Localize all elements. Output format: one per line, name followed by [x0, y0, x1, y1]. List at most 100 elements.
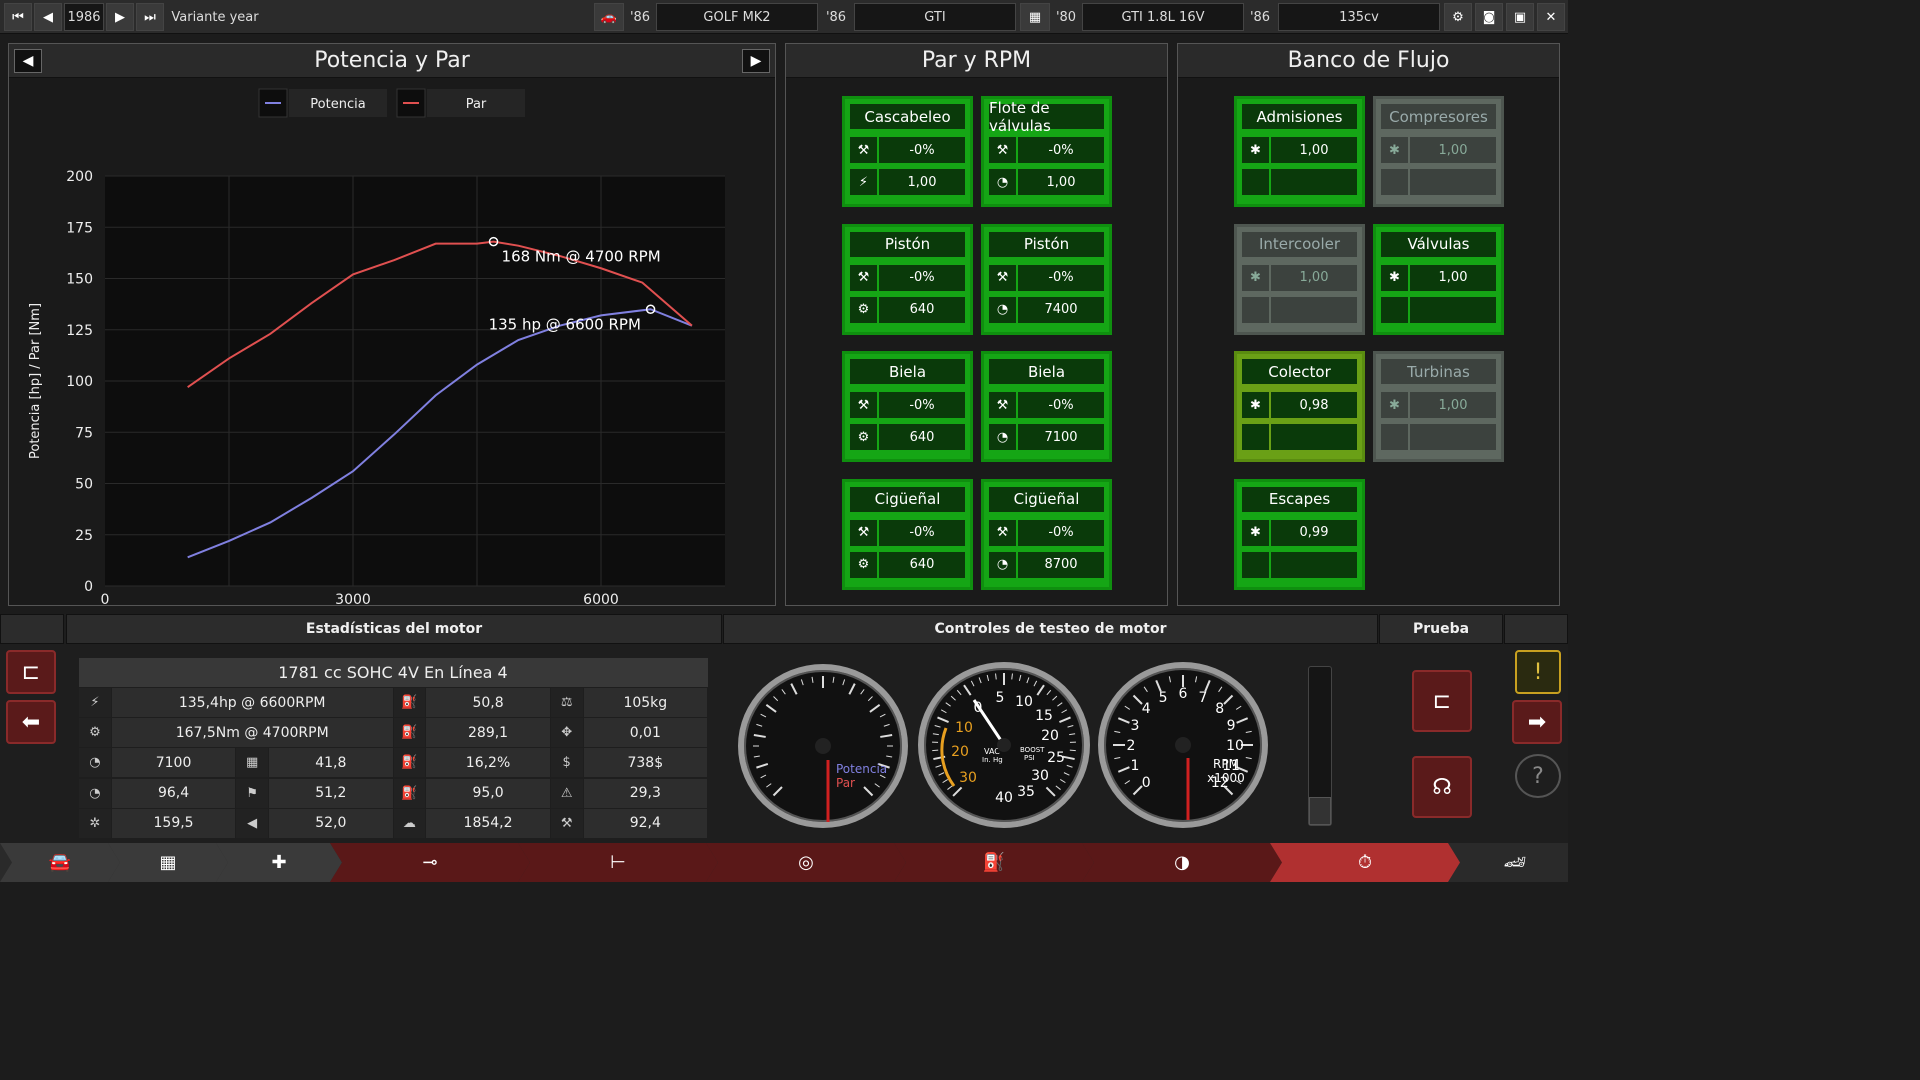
gauge-tick	[1117, 766, 1130, 773]
gauge-tick	[1069, 733, 1076, 736]
nav-car-icon[interactable]: 🚘	[0, 843, 120, 882]
stat-value: 0,01	[583, 718, 707, 748]
gauge-tick	[811, 676, 814, 683]
par-rpm-panel: Par y RPM Cascabeleo ⚒ -0% ⚡ 1,00 Flote de vá…	[785, 43, 1168, 606]
gauge-tick	[790, 683, 798, 695]
card-row: ⚒ -0%	[850, 392, 965, 418]
card-title: Biela	[850, 359, 965, 384]
save-icon[interactable]: ▣	[1506, 3, 1534, 31]
gauge-tick	[945, 702, 951, 707]
empty-cell	[1381, 296, 1408, 323]
nav-crank-icon[interactable]: ⊸	[330, 843, 530, 882]
card-row: ⚙ 640	[850, 424, 965, 450]
card-row: ✱ 1,00	[1242, 137, 1357, 163]
dyno-test-button[interactable]: ☊	[1412, 756, 1472, 818]
next-icon[interactable]: ▶	[106, 3, 134, 31]
legend-label: Potencia	[310, 97, 365, 112]
stats-row: ✲ 159,5 ◀ 52,0 ☁ 1854,2 ⚒ 92,4	[79, 808, 708, 838]
prev-icon[interactable]: ◀	[34, 3, 62, 31]
chart-next-button[interactable]: ▶	[742, 49, 770, 73]
nav-pistons-icon[interactable]: ✚	[216, 843, 342, 882]
knock-icon: ⚒	[850, 264, 877, 291]
card-row: ✱ 0,98	[1242, 392, 1357, 418]
engine-select[interactable]: GTI 1.8L 16V	[1082, 3, 1244, 31]
y-tick-label: 25	[75, 528, 93, 544]
nav-car-side-icon[interactable]: 🏎	[1462, 843, 1568, 882]
stat-icon: ⛽	[393, 778, 426, 808]
throttle-slider[interactable]	[1308, 666, 1332, 826]
gauge-vac-label: 20	[951, 744, 969, 760]
gear-icon[interactable]: ⚙	[1444, 3, 1472, 31]
nav-test-icon[interactable]: ⏱	[1270, 843, 1460, 882]
trim-select[interactable]: GTI	[854, 3, 1016, 31]
nav-fuel-icon[interactable]: ⛽	[894, 843, 1094, 882]
flow-icon: ✱	[1242, 264, 1269, 291]
gauge-tick	[1063, 772, 1070, 776]
graph-test-button[interactable]: ⊏	[1412, 670, 1472, 732]
wrench-icon: ⚙	[850, 296, 877, 323]
card-row: ⚒ -0%	[850, 519, 965, 546]
stat-value: 50,8	[426, 688, 550, 717]
gauge-tick	[986, 674, 990, 681]
stat-value: 96,4	[111, 778, 236, 808]
gauge-tick	[935, 764, 942, 768]
rpm-tick-label: 0	[1142, 775, 1151, 791]
nav-turbo-icon[interactable]: ◎	[706, 843, 906, 882]
flow-panel: Banco de Flujo Admisiones ✱ 1,00 Compresore…	[1177, 43, 1560, 606]
empty-cell	[1381, 424, 1408, 450]
card-value: 8700	[1018, 551, 1104, 578]
rpm-gauge: 0 1 2 3 4 5 6 7 8 9 10 11 12 RPM x1000	[1098, 662, 1268, 828]
gauge-tick	[947, 785, 953, 790]
forward-button[interactable]: ➡	[1512, 700, 1562, 744]
knock-icon: ⚒	[850, 392, 877, 418]
gauge-tick	[756, 723, 763, 727]
stats-header: Estadísticas del motor	[66, 614, 722, 644]
gauge-tick	[756, 762, 769, 769]
flow-icon: ✱	[1242, 392, 1269, 418]
help-icon[interactable]: ?	[1515, 754, 1561, 798]
wrench-icon: ⚙	[850, 551, 877, 578]
warning-icon[interactable]: !	[1515, 650, 1561, 694]
throttle-handle[interactable]	[1309, 797, 1331, 825]
car-icon[interactable]: 🚗	[594, 3, 624, 31]
gauge-needle	[972, 699, 1006, 746]
card-value: -0%	[1018, 519, 1104, 546]
chart-prev-button[interactable]: ◀	[14, 49, 42, 73]
gauge-tick	[1011, 673, 1013, 680]
gauge-tick	[1124, 780, 1131, 785]
knock-icon: ⚒	[989, 264, 1016, 291]
gauge-icon: ◔	[989, 169, 1016, 195]
gauge-tick	[883, 723, 890, 727]
stat-icon: ✥	[550, 718, 583, 748]
gauge-tick	[1061, 709, 1068, 714]
card-row	[1242, 169, 1357, 195]
graph-button[interactable]: ⊏	[6, 650, 56, 694]
gauge-tick	[867, 696, 873, 702]
nav-exhaust-icon[interactable]: ◑	[1082, 843, 1282, 882]
card-value: 640	[879, 424, 965, 450]
close-icon[interactable]: ✕	[1537, 3, 1565, 31]
card-title: Escapes	[1242, 486, 1357, 512]
engine-icon[interactable]: ▦	[1020, 3, 1050, 31]
camera-icon[interactable]: ◙	[1475, 3, 1503, 31]
variant-year: '86	[1249, 9, 1271, 25]
wrench-icon: ⚡	[850, 169, 877, 195]
stat-value: 159,5	[111, 808, 236, 838]
nav-camshaft-icon[interactable]: ⊢	[518, 843, 718, 882]
first-icon[interactable]: ⏮	[4, 3, 32, 31]
nav-engine-block-icon[interactable]: ▦	[108, 843, 228, 882]
gauge-tick	[934, 724, 941, 728]
empty-cell	[1410, 296, 1496, 323]
legend-label: Par	[466, 97, 487, 112]
rpm-tick-label: 6	[1179, 686, 1188, 702]
model-select[interactable]: GOLF MK2	[656, 3, 818, 31]
back-button[interactable]: ⬅	[6, 700, 56, 744]
stat-value: 105kg	[583, 688, 707, 717]
variant-select[interactable]: 135cv	[1278, 3, 1440, 31]
y-axis-label: Potencia [hp] / Par [Nm]	[28, 303, 43, 459]
rpm-tick-label: 5	[1159, 690, 1168, 706]
stat-icon: ⚙	[79, 718, 111, 748]
wrench-icon: ⚙	[850, 424, 877, 450]
last-icon[interactable]: ⏭	[136, 3, 164, 31]
card-row: ⚒ -0%	[850, 264, 965, 291]
